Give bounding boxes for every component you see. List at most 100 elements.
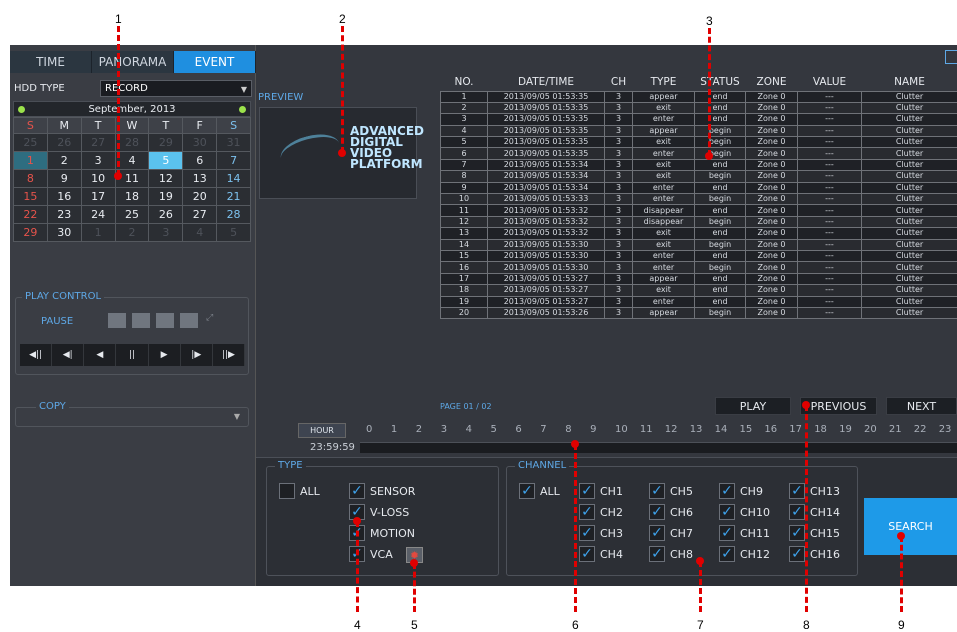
calendar-day[interactable]: 26 [48,134,82,152]
hour-button[interactable]: HOUR [298,423,346,438]
tab-event[interactable]: EVENT [174,51,256,73]
table-row[interactable]: 182013/09/05 01:53:273exitendZone 0---Cl… [441,285,957,296]
tab-panorama[interactable]: PANORAMA [92,51,174,73]
timeline-bar[interactable] [360,442,957,453]
calendar-day[interactable]: 23 [48,206,82,224]
table-row[interactable]: 132013/09/05 01:53:323exitendZone 0---Cl… [441,228,957,239]
calendar-day[interactable]: 16 [48,188,82,206]
calendar-day[interactable]: 2 [116,224,150,242]
table-row[interactable]: 12013/09/05 01:53:353appearendZone 0---C… [441,91,957,102]
channel-checkbox[interactable]: ✓CH3 [579,525,623,541]
channel-checkbox[interactable]: ✓CH15 [789,525,840,541]
channel-checkbox[interactable]: ✓CH13 [789,483,840,499]
calendar-day[interactable]: 1 [82,224,116,242]
column-header[interactable]: VALUE [798,73,862,91]
calendar-day[interactable]: 6 [183,152,217,170]
calendar-day[interactable]: 12 [149,170,183,188]
column-header[interactable]: CH [605,73,633,91]
calendar-day[interactable]: 20 [183,188,217,206]
calendar-day[interactable]: 4 [116,152,150,170]
calendar-day[interactable]: 7 [217,152,251,170]
table-row[interactable]: 112013/09/05 01:53:323disappearendZone 0… [441,205,957,216]
calendar-day[interactable]: 29 [149,134,183,152]
calendar-day[interactable]: 21 [217,188,251,206]
calendar-day[interactable]: 27 [183,206,217,224]
calendar-day[interactable]: 2 [48,152,82,170]
split-16-icon[interactable] [108,313,126,328]
channel-checkbox[interactable]: ✓CH5 [649,483,693,499]
calendar-day[interactable]: 18 [116,188,150,206]
hdd-type-select[interactable]: RECORD ▼ [100,80,252,97]
calendar-day[interactable]: 31 [217,134,251,152]
previous-button[interactable]: PREVIOUS [800,397,877,415]
table-row[interactable]: 202013/09/05 01:53:263appearbeginZone 0-… [441,307,957,318]
column-header[interactable]: NAME [862,73,957,91]
table-row[interactable]: 172013/09/05 01:53:273appearendZone 0---… [441,273,957,284]
channel-checkbox[interactable]: ✓CH14 [789,504,840,520]
calendar-day[interactable]: 19 [149,188,183,206]
step-forward-fast-icon[interactable]: ||▶ [213,344,245,366]
channel-checkbox[interactable]: ✓CH1 [579,483,623,499]
column-header[interactable]: DATE/TIME [488,73,605,91]
calendar-day[interactable]: 15 [14,188,48,206]
calendar-day[interactable]: 13 [183,170,217,188]
table-row[interactable]: 162013/09/05 01:53:303enterbeginZone 0--… [441,262,957,273]
column-header[interactable]: NO. [441,73,488,91]
prev-month-icon[interactable] [18,106,25,113]
calendar-day[interactable]: 26 [149,206,183,224]
channel-checkbox[interactable]: ✓CH8 [649,546,693,562]
calendar-day[interactable]: 8 [14,170,48,188]
channel-checkbox[interactable]: ✓CH7 [649,525,693,541]
fullscreen-icon[interactable]: ⤢ [206,313,224,328]
channel-checkbox[interactable]: ✓CH4 [579,546,623,562]
calendar-day[interactable]: 24 [82,206,116,224]
table-row[interactable]: 72013/09/05 01:53:343exitendZone 0---Clu… [441,159,957,170]
calendar-day[interactable]: 10 [82,170,116,188]
channel-checkbox[interactable]: ✓CH10 [719,504,770,520]
split-9-icon[interactable] [132,313,150,328]
split-4-icon[interactable] [156,313,174,328]
pause-icon[interactable]: || [116,344,148,366]
play-button[interactable]: PLAY [715,397,791,415]
column-header[interactable]: TYPE [633,73,695,91]
table-row[interactable]: 42013/09/05 01:53:353appearbeginZone 0--… [441,125,957,136]
calendar-day[interactable]: 3 [149,224,183,242]
split-1-icon[interactable] [180,313,198,328]
tab-time[interactable]: TIME [10,51,92,73]
column-header[interactable]: ZONE [746,73,798,91]
step-back-icon[interactable]: ◀| [52,344,84,366]
type-all-checkbox[interactable]: ALL [279,483,320,499]
channel-checkbox[interactable]: ✓CH11 [719,525,770,541]
calendar-day[interactable]: 27 [82,134,116,152]
calendar-day[interactable]: 9 [48,170,82,188]
table-row[interactable]: 82013/09/05 01:53:343exitbeginZone 0---C… [441,171,957,182]
play-icon[interactable]: ▶ [149,344,181,366]
step-back-fast-icon[interactable]: ◀|| [20,344,52,366]
step-forward-icon[interactable]: |▶ [181,344,213,366]
calendar-day[interactable]: 28 [116,134,150,152]
channel-checkbox[interactable]: ✓CH16 [789,546,840,562]
table-row[interactable]: 102013/09/05 01:53:333enterbeginZone 0--… [441,194,957,205]
channel-checkbox[interactable]: ✓CH9 [719,483,763,499]
table-row[interactable]: 122013/09/05 01:53:323disappearbeginZone… [441,216,957,227]
next-button[interactable]: NEXT [886,397,957,415]
channel-all-checkbox[interactable]: ✓ALL [519,483,560,499]
calendar-day[interactable]: 5 [149,152,183,170]
table-row[interactable]: 52013/09/05 01:53:353exitbeginZone 0---C… [441,137,957,148]
rewind-icon[interactable]: ◀ [84,344,116,366]
next-month-icon[interactable] [239,106,246,113]
channel-checkbox[interactable]: ✓CH12 [719,546,770,562]
calendar-day[interactable]: 3 [82,152,116,170]
calendar-day[interactable]: 1 [14,152,48,170]
column-header[interactable]: STATUS [695,73,746,91]
copy-group[interactable]: COPY ▼ [15,407,249,427]
calendar-day[interactable]: 25 [14,134,48,152]
calendar-day[interactable]: 25 [116,206,150,224]
calendar-day[interactable]: 30 [48,224,82,242]
calendar-day[interactable]: 17 [82,188,116,206]
calendar-day[interactable]: 4 [183,224,217,242]
table-row[interactable]: 142013/09/05 01:53:303exitbeginZone 0---… [441,239,957,250]
type-sensor-checkbox[interactable]: ✓SENSOR [349,483,415,499]
table-row[interactable]: 152013/09/05 01:53:303enterendZone 0---C… [441,250,957,261]
search-button[interactable]: SEARCH [864,498,957,555]
